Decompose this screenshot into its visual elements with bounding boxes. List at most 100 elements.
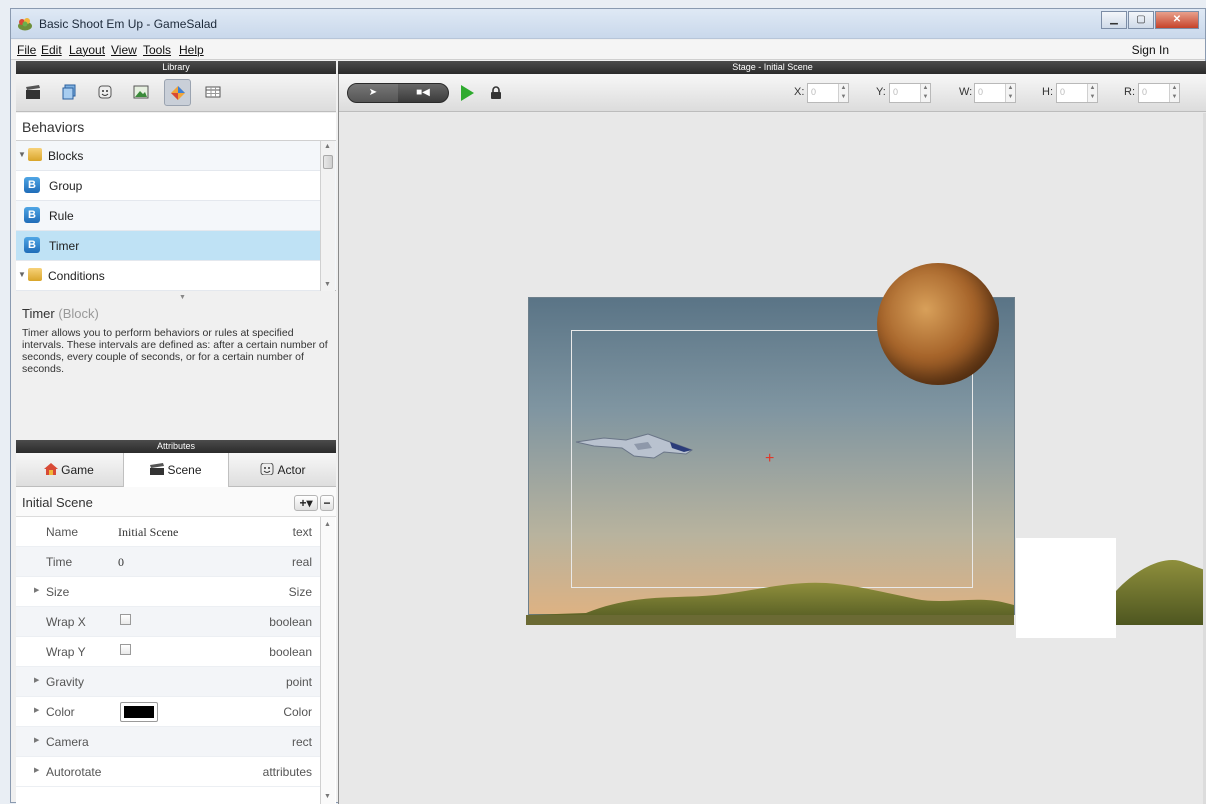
scrollbar-thumb[interactable] (323, 155, 333, 169)
scene-clapper-icon (150, 463, 165, 475)
library-tab-scenes[interactable] (20, 79, 47, 106)
table-row-wrap-y[interactable]: Wrap Y boolean (16, 637, 320, 667)
lock-icon[interactable] (489, 86, 503, 100)
scroll-down-icon[interactable]: ▼ (324, 793, 331, 800)
attribute-type: rect (291, 735, 312, 749)
behaviors-block-icon (171, 86, 185, 100)
list-item-conditions-folder[interactable]: ▼ Conditions (16, 261, 320, 291)
camera-tool-icon[interactable]: ■◀ (398, 84, 448, 102)
expand-triangle-icon[interactable]: ▶ (34, 676, 39, 684)
library-tab-tables[interactable] (200, 79, 227, 106)
scroll-down-icon[interactable]: ▼ (324, 281, 331, 288)
r-value: 0 (1142, 87, 1148, 97)
spinner-icon[interactable]: ▲ ▼ (1005, 84, 1015, 102)
scene-name: Initial Scene (22, 495, 93, 510)
scene-attributes-header: Initial Scene +▾ − (16, 487, 336, 517)
r-field[interactable]: 0 ▲ ▼ (1138, 83, 1180, 103)
menu-help[interactable]: Help (179, 43, 204, 57)
spinner-icon[interactable]: ▲ ▼ (1087, 84, 1097, 102)
scroll-up-icon[interactable]: ▲ (324, 143, 331, 150)
menu-layout[interactable]: Layout (69, 43, 105, 57)
expand-triangle-icon[interactable]: ▶ (34, 706, 39, 714)
list-item-timer[interactable]: B Timer (16, 231, 320, 261)
table-row-size[interactable]: ▶ Size Size (16, 577, 320, 607)
spinner-icon[interactable]: ▲ ▼ (838, 84, 848, 102)
x-value: 0 (811, 87, 817, 97)
table-row-camera[interactable]: ▶ Camera rect (16, 727, 320, 757)
wrap-y-checkbox[interactable] (120, 644, 131, 655)
expand-triangle-icon[interactable]: ▶ (34, 586, 39, 594)
table-row-wrap-x[interactable]: Wrap X boolean (16, 607, 320, 637)
sign-in-link[interactable]: Sign In (1132, 43, 1169, 57)
blank-actor[interactable] (1016, 538, 1116, 638)
arrow-tool-icon[interactable]: ➤ (348, 84, 398, 102)
list-item-label: Rule (49, 209, 74, 223)
minimize-icon[interactable]: ▁ (1101, 11, 1127, 29)
wrap-x-checkbox[interactable] (120, 614, 131, 625)
w-field[interactable]: 0 ▲ ▼ (974, 83, 1016, 103)
remove-attribute-button[interactable]: − (320, 495, 334, 511)
attribute-value-field[interactable]: Initial Scene (118, 525, 178, 540)
library-tab-behaviors[interactable] (164, 79, 191, 106)
planet-actor[interactable] (877, 263, 999, 385)
close-icon[interactable]: ✕ (1155, 11, 1199, 29)
list-item-group[interactable]: B Group (16, 171, 320, 201)
maximize-icon[interactable]: ▢ (1128, 11, 1154, 29)
table-row-time[interactable]: Time 0 real (16, 547, 320, 577)
y-field[interactable]: 0 ▲ ▼ (889, 83, 931, 103)
color-swatch-button[interactable] (120, 702, 158, 722)
images-picture-icon (133, 85, 149, 99)
library-tab-behaviors-face[interactable] (92, 79, 119, 106)
actors-cube-icon (62, 84, 76, 100)
menu-edit[interactable]: Edit (41, 43, 62, 57)
expand-triangle-icon[interactable]: ▶ (34, 736, 39, 744)
library-tab-actors[interactable] (56, 79, 83, 106)
menu-file[interactable]: File (17, 43, 36, 57)
attribute-name: Name (46, 525, 79, 539)
folder-icon (28, 148, 42, 161)
add-attribute-button[interactable]: +▾ (294, 495, 318, 511)
scroll-up-icon[interactable]: ▲ (324, 521, 331, 528)
spinner-icon[interactable]: ▲ ▼ (920, 84, 930, 102)
table-row-name[interactable]: Name Initial Scene text (16, 517, 320, 547)
list-item-label: Conditions (48, 269, 105, 283)
tab-scene[interactable]: Scene (123, 453, 229, 487)
h-field[interactable]: 0 ▲ ▼ (1056, 83, 1098, 103)
tab-scene-label: Scene (167, 463, 202, 477)
behaviors-scrollbar[interactable]: ▲ ▼ (320, 141, 335, 291)
spaceship-actor[interactable] (574, 428, 698, 464)
expand-triangle-icon[interactable]: ▼ (18, 150, 26, 159)
x-field[interactable]: 0 ▲ ▼ (807, 83, 849, 103)
list-item-rule[interactable]: B Rule (16, 201, 320, 231)
menu-tools[interactable]: Tools (143, 43, 171, 57)
block-icon: B (24, 237, 40, 253)
spinner-icon[interactable]: ▲ ▼ (1169, 84, 1179, 102)
stage-canvas[interactable]: + (339, 113, 1206, 804)
h-label: H: (1042, 86, 1053, 98)
x-label: X: (794, 86, 805, 98)
tab-actor[interactable]: Actor (230, 453, 336, 487)
behavior-description: Timer (Block) Timer allows you to perfor… (16, 300, 336, 440)
attribute-name: Wrap Y (46, 645, 86, 659)
table-row-autorotate[interactable]: ▶ Autorotate attributes (16, 757, 320, 787)
behaviors-face-icon (98, 85, 112, 99)
edit-mode-switch[interactable]: ➤ ■◀ (347, 83, 449, 103)
attribute-name: Gravity (46, 675, 85, 689)
attribute-name: Color (46, 705, 75, 719)
expand-triangle-icon[interactable]: ▼ (18, 270, 26, 279)
attribute-type: Size (288, 585, 312, 599)
menu-bar: File Edit Layout View Tools Help Sign In (11, 40, 1205, 60)
play-button[interactable] (461, 85, 474, 101)
y-label: Y: (876, 86, 886, 98)
expand-triangle-icon[interactable]: ▶ (34, 766, 39, 774)
table-row-color[interactable]: ▶ Color Color (16, 697, 320, 727)
library-tab-images[interactable] (128, 79, 155, 106)
w-label: W: (959, 86, 973, 98)
menu-view[interactable]: View (111, 43, 137, 57)
attributes-scrollbar[interactable]: ▲ ▼ (320, 517, 335, 804)
tab-game[interactable]: Game (16, 453, 122, 487)
table-row-gravity[interactable]: ▶ Gravity point (16, 667, 320, 697)
list-item-blocks-folder[interactable]: ▼ Blocks (16, 141, 320, 171)
attribute-value-field[interactable]: 0 (118, 555, 124, 570)
attribute-type: real (291, 555, 312, 569)
